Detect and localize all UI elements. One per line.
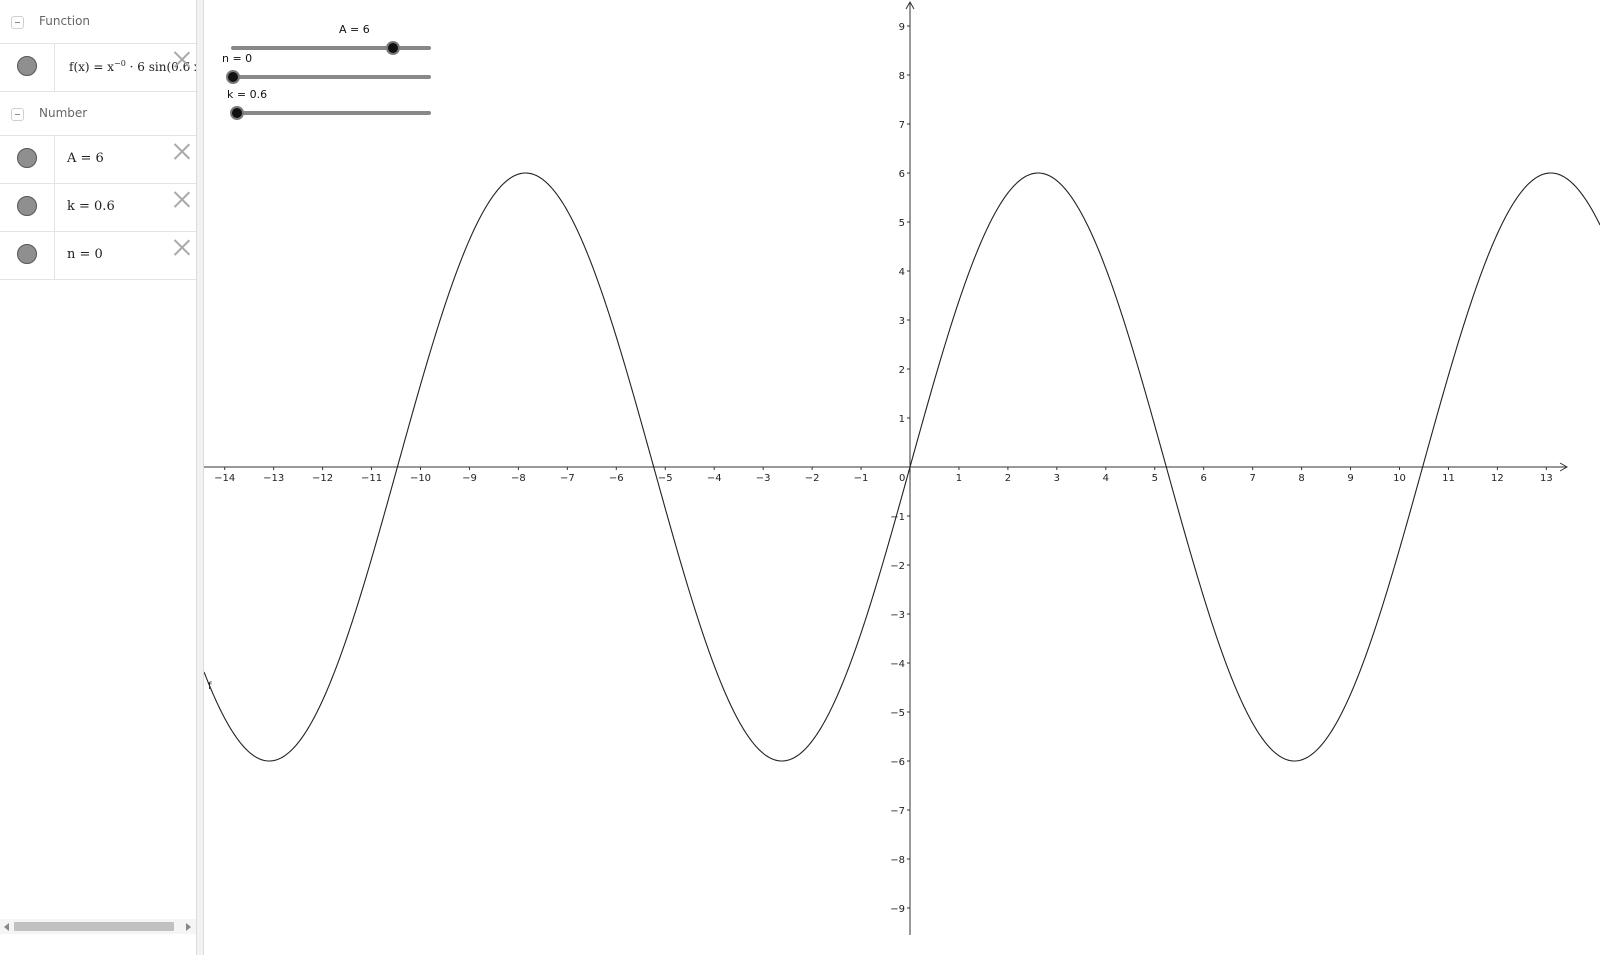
algebra-item-k[interactable]: k = 0.6 <box>0 184 196 232</box>
x-tick-label: 7 <box>1249 473 1255 484</box>
y-tick-label: −6 <box>890 757 905 768</box>
visibility-marble-icon[interactable] <box>17 196 37 216</box>
slider-n-track[interactable] <box>231 75 431 79</box>
delete-icon[interactable] <box>172 141 192 161</box>
y-tick-label: 5 <box>899 218 905 229</box>
x-tick-label: 1 <box>956 473 962 484</box>
number-definition[interactable]: k = 0.6 <box>67 199 115 214</box>
x-tick-label: −4 <box>707 473 722 484</box>
y-tick-label: −1 <box>890 512 905 523</box>
x-tick-label: −8 <box>511 473 526 484</box>
algebra-item-n[interactable]: n = 0 <box>0 232 196 280</box>
collapse-function-group-icon[interactable] <box>11 16 24 29</box>
x-tick-label: 8 <box>1298 473 1304 484</box>
visibility-toggle[interactable] <box>0 232 55 279</box>
graphics-view[interactable]: −14 −13 −12 −11 −10 −9 −8 −7 −6 −5 −4 −3 −2 −1 0 1 2 3 4 5 6… <box>204 0 1600 935</box>
visibility-toggle[interactable] <box>0 184 55 231</box>
x-tick-label: 0 <box>899 473 905 484</box>
number-definition[interactable]: A = 6 <box>67 151 104 166</box>
y-tick-label: 9 <box>899 22 905 33</box>
algebra-item-A[interactable]: A = 6 <box>0 136 196 184</box>
function-label-f[interactable]: f <box>208 681 212 692</box>
group-label: Number <box>39 106 88 120</box>
x-tick-label: −3 <box>756 473 771 484</box>
y-tick-label: −4 <box>890 659 905 670</box>
collapse-number-group-icon[interactable] <box>11 108 24 121</box>
slider-k-track[interactable] <box>231 111 431 115</box>
visibility-marble-icon[interactable] <box>17 244 37 264</box>
x-tick-label: 4 <box>1103 473 1109 484</box>
y-tick-label: −7 <box>890 806 905 817</box>
y-tick-label: −5 <box>890 708 905 719</box>
visibility-toggle[interactable] <box>0 44 55 91</box>
scroll-right-icon[interactable] <box>186 923 191 931</box>
scrollbar-thumb[interactable] <box>14 922 174 931</box>
group-header-function[interactable]: Function <box>0 0 196 44</box>
visibility-marble-icon[interactable] <box>17 56 37 76</box>
delete-icon[interactable] <box>172 189 192 209</box>
slider-n-label: n = 0 <box>222 52 253 65</box>
x-tick-label: −2 <box>805 473 820 484</box>
graph-canvas[interactable]: −14 −13 −12 −11 −10 −9 −8 −7 −6 −5 −4 −3 −2 −1 0 1 2 3 4 5 6… <box>204 0 1600 935</box>
x-tick-label: −7 <box>560 473 575 484</box>
y-tick-label: 3 <box>899 316 905 327</box>
x-tick-label: 6 <box>1201 473 1207 484</box>
visibility-toggle[interactable] <box>0 136 55 183</box>
x-tick-label: −6 <box>609 473 624 484</box>
slider-k-label: k = 0.6 <box>227 88 268 101</box>
x-tick-label: 2 <box>1005 473 1011 484</box>
x-tick-label: −9 <box>462 473 477 484</box>
x-tick-label: −1 <box>854 473 869 484</box>
x-tick-label: 10 <box>1393 473 1406 484</box>
x-tick-label: 3 <box>1054 473 1060 484</box>
y-tick-label: −9 <box>890 904 905 915</box>
slider-n-thumb[interactable] <box>226 70 240 84</box>
x-tick-label: −14 <box>214 473 235 484</box>
y-tick-label: 8 <box>899 71 905 82</box>
visibility-marble-icon[interactable] <box>17 148 37 168</box>
x-tick-label: 5 <box>1152 473 1158 484</box>
x-tick-label: 11 <box>1442 473 1455 484</box>
y-tick-label: 6 <box>899 169 905 180</box>
group-label: Function <box>39 14 91 28</box>
x-tick-label: −5 <box>658 473 673 484</box>
x-tick-label: 13 <box>1540 473 1553 484</box>
slider-A-track[interactable] <box>231 46 431 50</box>
x-tick-label: 9 <box>1347 473 1353 484</box>
y-tick-label: 1 <box>899 414 905 425</box>
scroll-left-icon[interactable] <box>4 923 9 931</box>
slider-A-thumb[interactable] <box>386 41 400 55</box>
algebra-item-f[interactable]: f(x) = x−0 · 6 sin(0.6 x <box>0 44 196 92</box>
horizontal-scrollbar[interactable] <box>0 919 196 934</box>
number-definition[interactable]: n = 0 <box>67 247 103 262</box>
delete-icon[interactable] <box>172 237 192 257</box>
y-tick-label: 4 <box>899 267 905 278</box>
y-tick-label: −8 <box>890 855 905 866</box>
x-tick-label: −12 <box>312 473 333 484</box>
slider-A-label: A = 6 <box>339 23 370 36</box>
algebra-view: Function f(x) = x−0 · 6 sin(0.6 x Number… <box>0 0 196 955</box>
y-tick-label: −3 <box>890 610 905 621</box>
group-header-number[interactable]: Number <box>0 92 196 136</box>
y-tick-label: 2 <box>899 365 905 376</box>
x-tick-label: −13 <box>263 473 284 484</box>
x-tick-label: −11 <box>361 473 382 484</box>
view-divider[interactable] <box>196 0 204 955</box>
x-tick-label: −10 <box>410 473 431 484</box>
delete-icon[interactable] <box>172 49 192 69</box>
y-tick-label: 7 <box>899 120 905 131</box>
x-tick-label: 12 <box>1491 473 1504 484</box>
y-tick-label: −2 <box>890 561 905 572</box>
